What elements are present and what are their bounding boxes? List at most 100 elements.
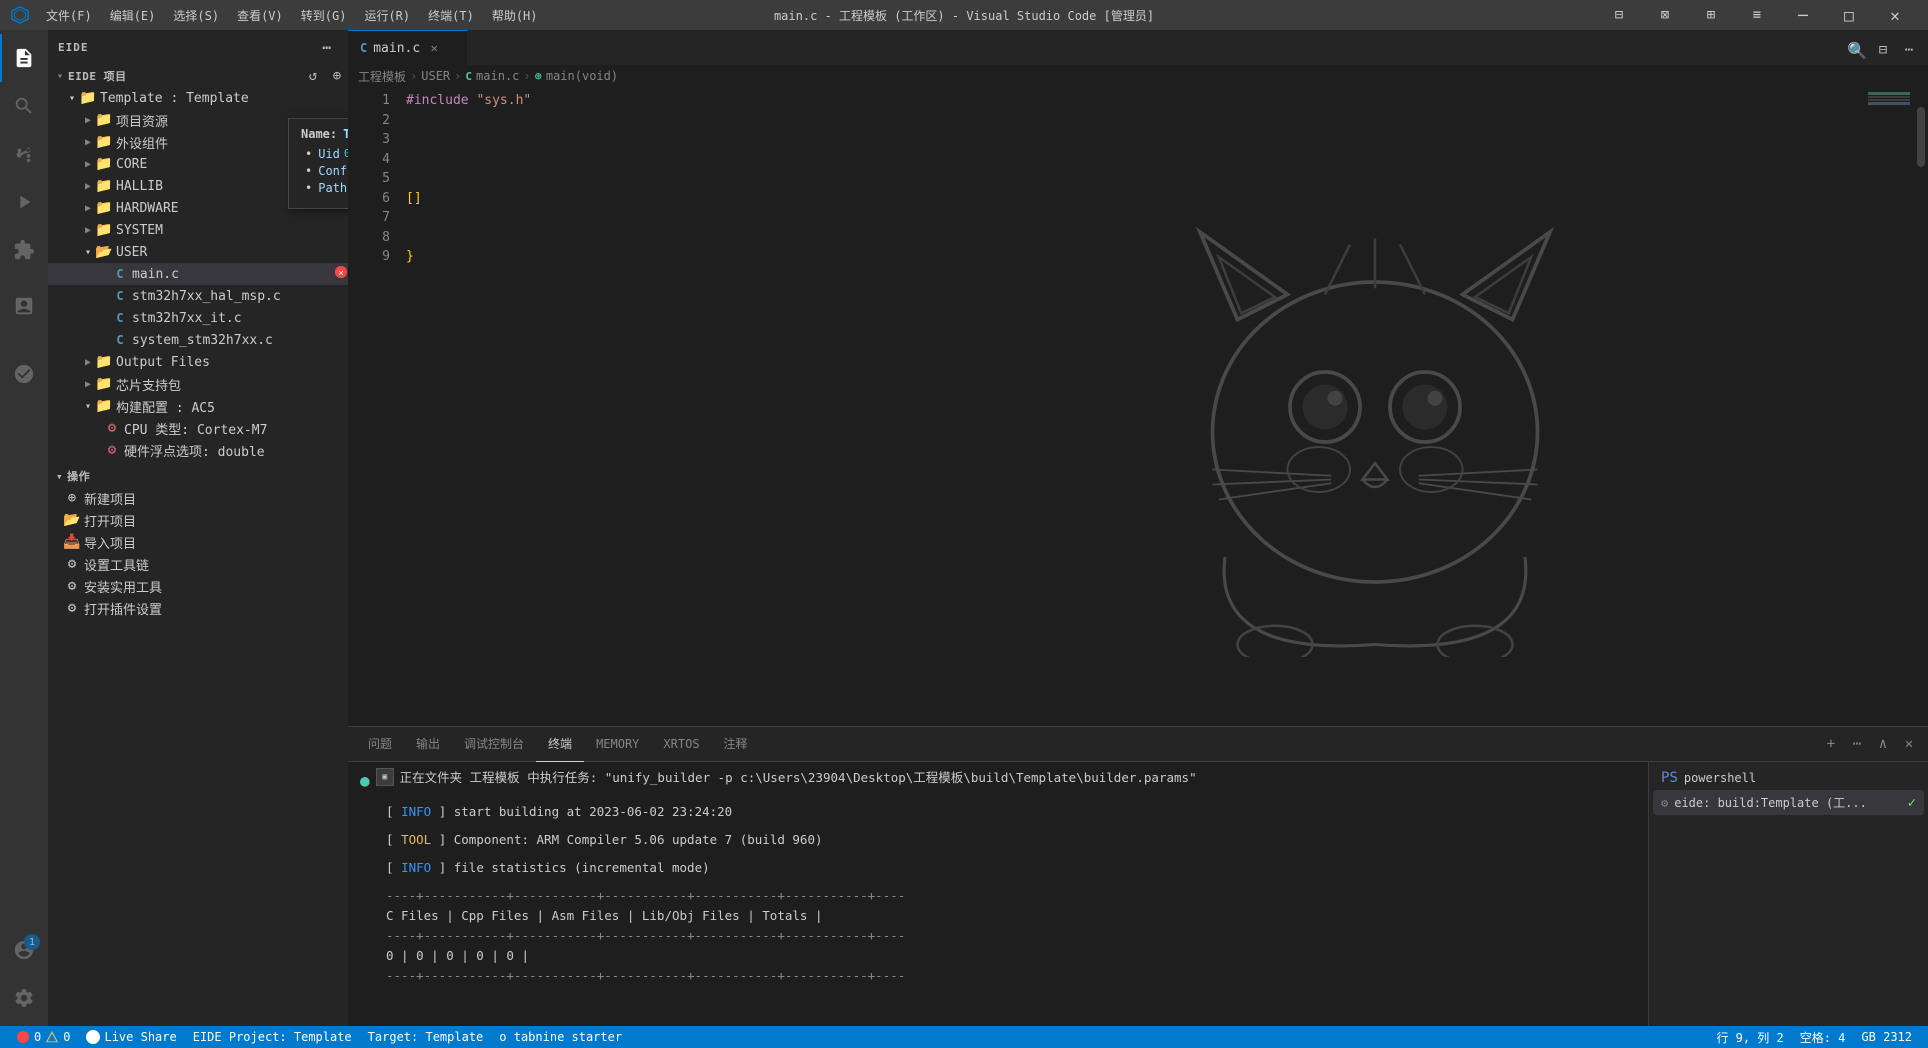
resources-label: 项目资源 <box>116 111 168 130</box>
terminal-tab-xrtos[interactable]: XRTOS <box>651 727 711 762</box>
editor-toolbar-search[interactable]: 🔍 <box>1846 39 1868 61</box>
menu-help[interactable]: 帮助(H) <box>484 5 546 26</box>
sidebar-item-system[interactable]: ▶ 📁 SYSTEM <box>48 219 348 241</box>
statusbar-tabnine-left[interactable]: o tabnine starter <box>491 1026 630 1048</box>
sidebar-item-system-c[interactable]: C system_stm32h7xx.c <box>48 329 348 351</box>
sidebar-item-fpu[interactable]: ⚙ 硬件浮点选项: double <box>48 439 348 461</box>
statusbar-target[interactable]: Target: Template <box>360 1026 492 1048</box>
sidebar-item-hal-msp[interactable]: C stm32h7xx_hal_msp.c <box>48 285 348 307</box>
menu-view[interactable]: 查看(V) <box>229 5 291 26</box>
minimize-button[interactable]: ─ <box>1780 0 1826 30</box>
activity-git[interactable] <box>0 130 48 178</box>
menu-file[interactable]: 文件(F) <box>38 5 100 26</box>
breadcrumb-user[interactable]: USER <box>421 69 450 83</box>
tab-close-btn[interactable]: ✕ <box>426 40 442 56</box>
sidebar-item-user[interactable]: ▾ 📂 USER <box>48 241 348 263</box>
breadcrumb-root[interactable]: 工程模板 <box>358 68 406 85</box>
editor-scrollbar[interactable] <box>1914 87 1928 726</box>
op-install-utils[interactable]: ⚙ 安装实用工具 <box>48 575 348 597</box>
collapse-all-btn[interactable]: ⋯ <box>316 37 338 59</box>
terminal-more-btn[interactable]: ⋯ <box>1846 733 1868 755</box>
sidebar-item-mainc[interactable]: C main.c ✕ <box>48 263 348 285</box>
menu-select[interactable]: 选择(S) <box>165 5 227 26</box>
op-import-project[interactable]: 📥 导入项目 <box>48 531 348 553</box>
statusbar-eide[interactable]: EIDE Project: Template <box>185 1026 360 1048</box>
new-project-icon: ⊕ <box>64 490 80 506</box>
breadcrumb-func[interactable]: main(void) <box>546 69 618 83</box>
terminal-close-btn[interactable]: ✕ <box>1898 733 1920 755</box>
op-set-toolchain[interactable]: ⚙ 设置工具链 <box>48 553 348 575</box>
activity-remote[interactable] <box>0 350 48 398</box>
eide-check-icon: ✓ <box>1908 795 1916 811</box>
terminal-content[interactable]: ● ▣ 正在文件夹 工程模板 中执行任务: "unify_builder -p … <box>348 762 1648 1026</box>
tooltip-path-row: • Path c:\Users\23904\Desktop\工程模板 <box>301 181 348 197</box>
terminal-tab-memory[interactable]: MEMORY <box>584 727 651 762</box>
menu-run[interactable]: 运行(R) <box>356 5 418 26</box>
terminal-tab-notes[interactable]: 注释 <box>712 727 760 762</box>
activity-search[interactable] <box>0 82 48 130</box>
terminal-tab-output[interactable]: 输出 <box>404 727 452 762</box>
hardware-label: HARDWARE <box>116 201 179 216</box>
tooltip-name-row: Name: Template <box>301 127 348 141</box>
sidebar-item-build[interactable]: ▾ 📁 构建配置 : AC5 <box>48 395 348 417</box>
plugin-icon: ⚙ <box>64 600 80 616</box>
op-plugin-settings[interactable]: ⚙ 打开插件设置 <box>48 597 348 619</box>
code-content[interactable]: #include "sys.h" [] } <box>398 87 1864 726</box>
op-open-project[interactable]: 📂 打开项目 <box>48 509 348 531</box>
project-root-header[interactable]: ▾ EIDE 项目 ↺ ⊕ <box>48 65 348 87</box>
sidebar-item-it[interactable]: C stm32h7xx_it.c <box>48 307 348 329</box>
activity-settings[interactable] <box>0 974 48 1022</box>
activity-eide[interactable] <box>0 282 48 330</box>
layout-btn[interactable]: ⊟ <box>1596 0 1642 30</box>
layout-btn3[interactable]: ⊞ <box>1688 0 1734 30</box>
close-button[interactable]: ✕ <box>1872 0 1918 30</box>
breadcrumb-file[interactable]: main.c <box>476 69 519 83</box>
statusbar-spaces[interactable]: 空格: 4 <box>1792 1026 1854 1048</box>
tab-mainc[interactable]: C main.c ✕ <box>348 30 468 65</box>
menu-terminal[interactable]: 终端(T) <box>420 5 482 26</box>
menu-edit[interactable]: 编辑(E) <box>102 5 164 26</box>
menu-goto[interactable]: 转到(G) <box>293 5 355 26</box>
ops-header[interactable]: ▾ 操作 <box>48 465 348 487</box>
refresh-btn[interactable]: ↺ <box>302 65 324 87</box>
terminal-tab-debug[interactable]: 调试控制台 <box>452 727 536 762</box>
it-icon: C <box>112 310 128 326</box>
main-layout: 1 EIDE ⋯ ▾ EIDE 项目 ↺ ⊕ <box>0 30 1928 1026</box>
activity-explorer[interactable] <box>0 34 48 82</box>
sidebar-item-chip[interactable]: ▶ 📁 芯片支持包 <box>48 373 348 395</box>
editor-toolbar-split[interactable]: ⊟ <box>1872 39 1894 61</box>
import-project-label: 导入项目 <box>84 533 136 552</box>
error-count: 0 <box>34 1030 41 1044</box>
code-editor[interactable]: 1 2 3 4 5 6 7 8 9 #include "sys.h" <box>348 87 1928 726</box>
statusbar-errors[interactable]: 0 0 <box>8 1026 78 1048</box>
terminal-add-btn[interactable]: + <box>1820 733 1842 755</box>
terminal-tab-problems[interactable]: 问题 <box>356 727 404 762</box>
activity-account[interactable]: 1 <box>0 926 48 974</box>
chip-arrow: ▶ <box>80 376 96 392</box>
hardware-folder-icon: 📁 <box>96 200 112 216</box>
template-root[interactable]: ▾ 📁 Template : Template <box>48 87 348 109</box>
layout-btn4[interactable]: ≡ <box>1734 0 1780 30</box>
statusbar-liveshare[interactable]: Live Share <box>78 1026 184 1048</box>
layout-btn2[interactable]: ⊠ <box>1642 0 1688 30</box>
terminal-line-tool: [ TOOL ] Component: ARM Compiler 5.06 up… <box>360 830 1636 850</box>
terminal-data-text: 0 | 0 | 0 | 0 | 0 | <box>386 946 529 966</box>
eide-build-label: eide: build:Template (工... <box>1674 794 1901 811</box>
terminal-tab-terminal[interactable]: 终端 <box>536 727 584 762</box>
op-new-project[interactable]: ⊕ 新建项目 <box>48 487 348 509</box>
terminal-maximize-btn[interactable]: ∧ <box>1872 733 1894 755</box>
hallib-folder-icon: 📁 <box>96 178 112 194</box>
maximize-button[interactable]: □ <box>1826 0 1872 30</box>
activity-run[interactable] <box>0 178 48 226</box>
editor-toolbar-more[interactable]: ⋯ <box>1898 39 1920 61</box>
new-project-icon-btn[interactable]: ⊕ <box>326 65 348 87</box>
sidebar-item-output[interactable]: ▶ 📁 Output Files <box>48 351 348 373</box>
terminal-ps-item[interactable]: PS powershell <box>1653 766 1924 790</box>
statusbar-encoding[interactable]: GB 2312 <box>1853 1026 1920 1048</box>
activity-extensions[interactable] <box>0 226 48 274</box>
sidebar-title: EIDE <box>58 41 89 54</box>
cpu-icon: ⚙ <box>104 420 120 436</box>
sidebar-item-cpu[interactable]: ⚙ CPU 类型: Cortex-M7 <box>48 417 348 439</box>
statusbar-cursor[interactable]: 行 9, 列 2 <box>1708 1026 1791 1048</box>
terminal-eide-item[interactable]: ⚙ eide: build:Template (工... ✓ <box>1653 790 1924 815</box>
